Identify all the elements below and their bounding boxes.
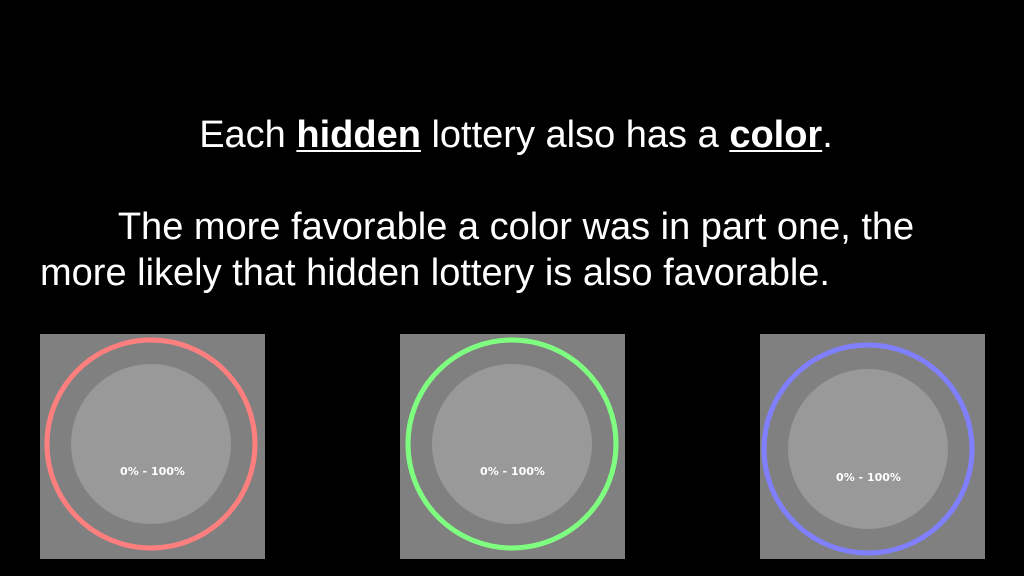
lottery-red-range-label: 0% - 100% [120, 465, 185, 478]
lottery-green-graphic [405, 337, 619, 551]
lottery-blue-range-label: 0% - 100% [836, 471, 901, 484]
lottery-red[interactable]: 0% - 100% [40, 334, 265, 559]
lottery-green[interactable]: 0% - 100% [400, 334, 625, 559]
heading: Each hidden lottery also has a color. [0, 112, 1024, 158]
lottery-green-range-label: 0% - 100% [480, 465, 545, 478]
lottery-red-graphic [44, 337, 258, 551]
heading-post: . [822, 114, 833, 156]
heading-hidden-word: hidden [296, 114, 421, 156]
lottery-green-inner-disc [432, 364, 592, 524]
heading-pre: Each [199, 114, 297, 156]
heading-color-word: color [729, 114, 823, 156]
explanation-line-2: more likely that hidden lottery is also … [40, 252, 830, 294]
explanation-line-1: The more favorable a color was in part o… [117, 206, 915, 248]
explanation: The more favorable a color was in part o… [0, 204, 1020, 296]
heading-mid: lottery also has a [420, 114, 730, 156]
lottery-blue[interactable]: 0% - 100% [760, 334, 985, 559]
slide: Each hidden lottery also has a color. Th… [0, 0, 1024, 576]
lottery-red-inner-disc [71, 364, 231, 524]
lottery-blue-inner-disc [788, 369, 948, 529]
lottery-blue-graphic [761, 342, 975, 556]
